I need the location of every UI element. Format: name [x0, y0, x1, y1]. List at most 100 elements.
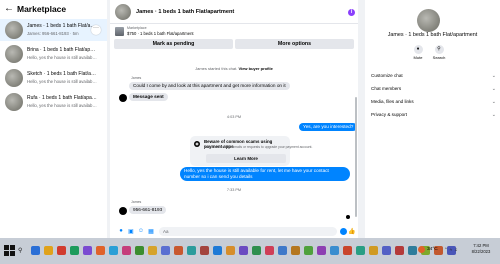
taskbar-app-icon[interactable]: [237, 243, 249, 258]
search-icon: ⚲: [434, 45, 444, 54]
info-icon[interactable]: i: [348, 9, 355, 16]
search-button[interactable]: ⚲ Search: [430, 45, 448, 60]
shield-icon: ◉: [194, 141, 200, 147]
gif-icon[interactable]: ▦: [146, 228, 156, 235]
taskbar-app-icon[interactable]: [29, 243, 41, 258]
privacy-support-row[interactable]: Privacy & support ⌄: [371, 112, 496, 118]
system-tray[interactable]: ⌃ ≈ ♫: [444, 247, 458, 253]
taskbar-app-icon[interactable]: [198, 243, 210, 258]
sticker-icon[interactable]: ☺: [136, 228, 146, 234]
customize-chat-row[interactable]: Customize chat ⌄: [371, 73, 496, 79]
avatar[interactable]: [115, 3, 131, 20]
message-bubble: Hello, yes the house is still available …: [180, 167, 350, 181]
sidebar-title: Marketplace: [17, 3, 67, 14]
conversation-preview: Hello, yes the house is still available.…: [27, 103, 97, 108]
taskbar-app-icon[interactable]: [250, 243, 262, 258]
media-files-links-row[interactable]: Media, files and links ⌄: [371, 99, 496, 105]
taskbar-app-icon[interactable]: [68, 243, 80, 258]
clock[interactable]: 7:42 PM 8/22/2023: [467, 243, 495, 255]
scam-warning-card: ◉ Beware of common scams using payment a…: [190, 136, 312, 166]
search-icon[interactable]: ⚲: [18, 247, 22, 254]
taskbar-app-icon[interactable]: [302, 243, 314, 258]
conversation-details-panel: James · 1 beds 1 bath Flat/apartment ♦ M…: [365, 0, 500, 238]
taskbar-app-icon[interactable]: [341, 243, 353, 258]
scam-warning-description: Watch out for fake emails or requests to…: [204, 145, 313, 149]
message-bubble: Could I come by and look at this apartme…: [129, 82, 290, 90]
taskbar-app-icon[interactable]: [81, 243, 93, 258]
mute-label: Mute: [413, 55, 423, 60]
taskbar-app-icon[interactable]: [315, 243, 327, 258]
taskbar-app-icon[interactable]: [380, 243, 392, 258]
more-options-icon[interactable]: ···: [91, 25, 101, 35]
chat-members-row[interactable]: Chat members ⌄: [371, 86, 496, 92]
avatar: [5, 69, 23, 87]
conversation-item[interactable]: James · 1 beds 1 bath Flat/apartment Jam…: [0, 19, 107, 41]
conversation-preview: Hello, yes the house is still available.…: [27, 55, 97, 60]
back-arrow-icon[interactable]: ←: [4, 3, 14, 14]
message-bubble: Yes, are you interested?: [299, 123, 358, 131]
clock-date: 8/22/2023: [471, 249, 491, 254]
taskbar-app-icon[interactable]: [393, 243, 405, 258]
learn-more-button[interactable]: Learn More: [206, 154, 286, 163]
taskbar-app-icon[interactable]: [289, 243, 301, 258]
taskbar-app-icon[interactable]: [107, 243, 119, 258]
more-options-button[interactable]: More options: [235, 39, 354, 49]
mute-button[interactable]: ♦ Mute: [409, 45, 427, 60]
listing-summary[interactable]: Marketplace $750 · 1 beds 1 bath Flat/ap…: [110, 24, 358, 38]
listing-actions: Mark as pending More options: [110, 39, 358, 49]
taskbar-app-icon[interactable]: [55, 243, 67, 258]
taskbar-app-icon[interactable]: [354, 243, 366, 258]
microphone-icon[interactable]: ●: [116, 228, 126, 234]
taskbar-app-icon[interactable]: [328, 243, 340, 258]
chevron-down-icon: ⌄: [491, 99, 496, 105]
avatar: [119, 94, 127, 102]
conversation-title: Sketch · 1 beds 1 bath Flat/apartm...: [27, 71, 97, 77]
taskbar-app-icon[interactable]: [263, 243, 275, 258]
thumbs-up-icon[interactable]: 👍: [347, 228, 357, 235]
taskbar-app-icon[interactable]: [276, 243, 288, 258]
scrollbar[interactable]: [355, 97, 357, 217]
taskbar-app-icon[interactable]: [224, 243, 236, 258]
conversation-title: Rufa · 1 beds 1 bath Flat/apartment: [27, 95, 97, 101]
system-message: James started this chat. View buyer prof…: [195, 66, 273, 71]
contact-name: James · 1 beds 1 bath Flat/apartment: [387, 32, 478, 38]
taskbar-app-icon[interactable]: [146, 243, 158, 258]
chat-title[interactable]: James · 1 beds 1 bath Flat/apartment: [136, 9, 234, 15]
taskbar-app-icon[interactable]: [94, 243, 106, 258]
chevron-up-icon[interactable]: ⌃: [444, 247, 448, 253]
timestamp: 4:03 PM: [226, 115, 242, 119]
taskbar-app-icon[interactable]: [367, 243, 379, 258]
message-bubble: Message sent: [129, 93, 168, 101]
taskbar-app-icon[interactable]: [133, 243, 145, 258]
conversation-title: James · 1 beds 1 bath Flat/apartment: [27, 23, 97, 29]
conversation-item[interactable]: Rufa · 1 beds 1 bath Flat/apartment Hell…: [0, 91, 107, 113]
message-input[interactable]: Aa: [159, 226, 337, 236]
taskbar-app-icon[interactable]: [42, 243, 54, 258]
bell-icon: ♦: [413, 45, 423, 54]
mark-pending-button[interactable]: Mark as pending: [114, 39, 233, 49]
taskbar-app-icon[interactable]: [120, 243, 132, 258]
taskbar-app-icon[interactable]: [172, 243, 184, 258]
taskbar-apps: [29, 243, 457, 258]
avatar: [119, 207, 127, 215]
conversation-preview: James: 956-661-8193 · 5m: [27, 31, 79, 36]
speaker-icon[interactable]: ♫: [454, 247, 457, 253]
taskbar-app-icon[interactable]: [406, 243, 418, 258]
sun-icon: [418, 246, 425, 253]
taskbar-app-icon[interactable]: [159, 243, 171, 258]
sender-name: James: [131, 76, 142, 80]
taskbar-app-icon[interactable]: [185, 243, 197, 258]
image-icon[interactable]: ▣: [126, 228, 136, 235]
view-buyer-profile-link[interactable]: View buyer profile: [238, 66, 272, 71]
conversation-preview: Hello, yes the house is still available.…: [27, 79, 97, 84]
listing-thumbnail: [115, 26, 124, 36]
conversation-item[interactable]: Sketch · 1 beds 1 bath Flat/apartm... He…: [0, 67, 107, 89]
emoji-icon[interactable]: [340, 227, 347, 235]
message-bubble: 956-661-8193: [129, 206, 167, 214]
taskbar-app-icon[interactable]: [211, 243, 223, 258]
conversation-sidebar: ← Marketplace James · 1 beds 1 bath Flat…: [0, 0, 107, 238]
wifi-icon[interactable]: ≈: [450, 247, 452, 253]
conversation-item[interactable]: Brina · 1 beds 1 bath Flat/apartment Hel…: [0, 43, 107, 65]
weather-widget[interactable]: 34°C: [418, 246, 438, 253]
windows-start-icon[interactable]: [4, 245, 15, 256]
